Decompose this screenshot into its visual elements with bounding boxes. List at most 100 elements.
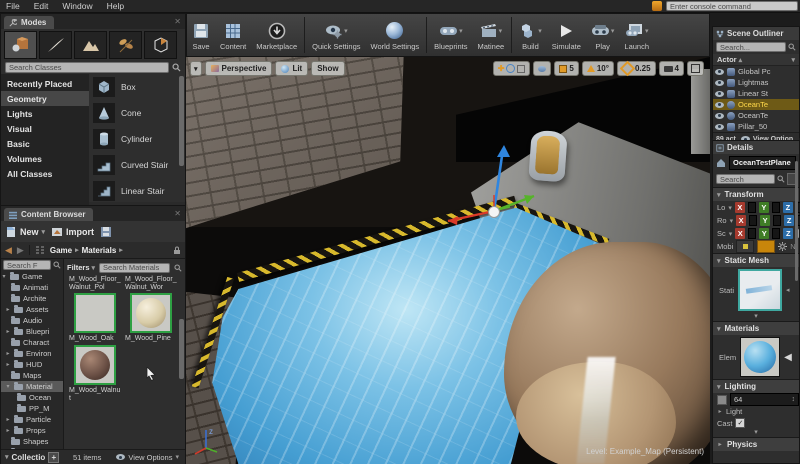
search-folders-input[interactable]	[3, 260, 51, 270]
content-browser-tab[interactable]: Content Browser	[4, 208, 94, 221]
close-icon[interactable]: ✕	[174, 209, 181, 218]
use-selected-arrow-icon[interactable]: ◀	[784, 352, 792, 363]
lit-button[interactable]: Lit	[275, 61, 309, 76]
move-tool-icon[interactable]: ✚	[498, 64, 505, 73]
category-all-classes[interactable]: All Classes	[1, 166, 89, 181]
asset-item-oak[interactable]: M_Wood_Oak	[67, 291, 123, 343]
folder-item[interactable]: ▸ Assets	[1, 304, 63, 315]
folder-item[interactable]: Ocean	[1, 392, 63, 403]
outliner-search-input[interactable]	[716, 42, 786, 52]
asset-item-walnut[interactable]: M_Wood_Walnut	[67, 343, 123, 402]
visibility-eye-icon[interactable]	[715, 79, 724, 86]
launch-button[interactable]: ▾ Launch	[619, 15, 654, 55]
location-row[interactable]: Lo ▾ X Y Z	[713, 201, 800, 214]
scale-row[interactable]: Sc ▾ X Y Z	[713, 227, 799, 240]
assets-scrollbar[interactable]	[179, 319, 184, 379]
outliner-row-selected[interactable]: OceanTe	[713, 99, 799, 110]
visibility-eye-icon[interactable]	[715, 68, 724, 75]
gear-icon[interactable]	[778, 242, 788, 251]
lightmass-row[interactable]: ▸ Light	[713, 406, 799, 417]
view-options-button[interactable]: View Options ▾	[116, 453, 185, 462]
breadcrumb-game[interactable]: Game	[50, 246, 72, 255]
folder-item[interactable]: ▸ Props	[1, 425, 63, 436]
material-thumbnail[interactable]	[740, 337, 781, 377]
folder-item[interactable]: Maps	[1, 370, 63, 381]
translate-gizmo[interactable]	[434, 143, 546, 231]
viewport[interactable]: z Level: Example_Map (Persistent) ▾ Pers…	[186, 57, 710, 464]
mobility-row[interactable]: Mobi N	[713, 240, 799, 253]
blueprints-button[interactable]: ▾ Blueprints	[429, 15, 472, 55]
primitive-linear-stair[interactable]: Linear Stair	[89, 178, 185, 204]
save-button[interactable]: Save	[187, 15, 215, 55]
folder-item[interactable]: ▾ Game	[1, 271, 63, 282]
lock-icon[interactable]	[173, 246, 181, 255]
category-lights[interactable]: Lights	[1, 106, 89, 121]
lighting-expander[interactable]: ▾	[713, 429, 799, 437]
primitive-box[interactable]: Box	[89, 74, 185, 100]
menu-edit[interactable]: Edit	[34, 1, 49, 11]
collections-toggle[interactable]: ▾ Collectio +	[1, 451, 67, 463]
visibility-eye-icon[interactable]	[715, 101, 724, 108]
visibility-eye-icon[interactable]	[715, 123, 724, 130]
matinee-button[interactable]: ▾ Matinee	[473, 15, 510, 55]
menu-file[interactable]: File	[6, 1, 20, 11]
perspective-button[interactable]: Perspective	[204, 61, 273, 76]
primitive-curved-stair[interactable]: Curved Stair	[89, 152, 185, 178]
breadcrumb-materials[interactable]: Materials	[82, 246, 117, 255]
console-command-input[interactable]	[666, 1, 798, 11]
outliner-row[interactable]: Pillar_50	[713, 121, 799, 132]
static-mesh-thumbnail[interactable]	[738, 269, 783, 311]
folder-item[interactable]: Charact	[1, 337, 63, 348]
details-scrollbar[interactable]	[795, 161, 798, 281]
camera-speed-control[interactable]: 4	[658, 61, 684, 76]
mode-foliage-button[interactable]	[109, 31, 142, 59]
content-button[interactable]: Content	[215, 15, 251, 55]
static-mesh-section-header[interactable]: ▾ Static Mesh	[713, 253, 799, 267]
mode-place-button[interactable]	[4, 31, 37, 59]
maximize-viewport-button[interactable]	[687, 61, 704, 76]
modes-scrollbar[interactable]	[179, 76, 184, 166]
mode-landscape-button[interactable]	[74, 31, 107, 59]
rotate-tool-icon[interactable]	[506, 64, 516, 73]
outliner-filter-icon[interactable]: ▾	[791, 56, 795, 64]
outliner-column-header[interactable]: Actor ▴ ▾	[713, 54, 799, 66]
materials-section-header[interactable]: ▾ Materials	[713, 321, 799, 335]
grid-snap-control[interactable]: 5	[554, 61, 579, 76]
scale-tool-icon[interactable]	[517, 64, 526, 73]
marketplace-button[interactable]: Marketplace	[251, 15, 302, 55]
path-tree-icon[interactable]	[35, 246, 45, 255]
cast-shadow-checkbox[interactable]: ✓	[735, 418, 746, 428]
folder-item[interactable]: ▸ Bluepri	[1, 326, 63, 337]
outliner-row[interactable]: OceanTe	[713, 110, 799, 121]
folder-item[interactable]: Archite	[1, 293, 63, 304]
build-button[interactable]: ▾ Build	[514, 15, 547, 55]
transform-tools[interactable]: ✚	[492, 61, 531, 76]
category-visual[interactable]: Visual	[1, 121, 89, 136]
static-mesh-expander[interactable]: ▾	[713, 313, 799, 321]
details-search-input[interactable]	[716, 174, 775, 184]
folder-item[interactable]: Audio	[1, 315, 63, 326]
search-assets-input[interactable]	[99, 262, 170, 273]
asset-item[interactable]: M_Wood_Floor_Walnut_Wor	[123, 276, 179, 291]
forward-icon[interactable]: ▶	[17, 245, 24, 256]
world-settings-button[interactable]: World Settings	[366, 15, 425, 55]
transform-section-header[interactable]: ▾ Transform	[713, 187, 799, 201]
mode-paint-button[interactable]	[39, 31, 72, 59]
add-collection-button[interactable]: +	[48, 451, 60, 463]
folder-item[interactable]: ▸ Particle	[1, 414, 63, 425]
folder-item[interactable]: PP_M	[1, 403, 63, 414]
browse-left-icon[interactable]: ◂	[786, 286, 790, 294]
menu-help[interactable]: Help	[107, 1, 124, 11]
search-classes-input[interactable]	[5, 62, 169, 73]
folder-item-materials[interactable]: ▾ Material	[1, 381, 63, 392]
play-button[interactable]: ▾ Play	[586, 15, 620, 55]
lighting-section-header[interactable]: ▾ Lighting	[713, 379, 799, 393]
physics-section-header[interactable]: ▸ Physics	[713, 437, 799, 451]
close-icon[interactable]: ✕	[174, 17, 181, 26]
folder-item[interactable]: Shapes	[1, 436, 63, 447]
visibility-eye-icon[interactable]	[715, 90, 724, 97]
primitive-cone[interactable]: Cone	[89, 100, 185, 126]
lighting-value-row[interactable]: 64 ↕	[713, 393, 799, 406]
folder-item[interactable]: ▸ HUD	[1, 359, 63, 370]
simulate-button[interactable]: Simulate	[547, 15, 586, 55]
